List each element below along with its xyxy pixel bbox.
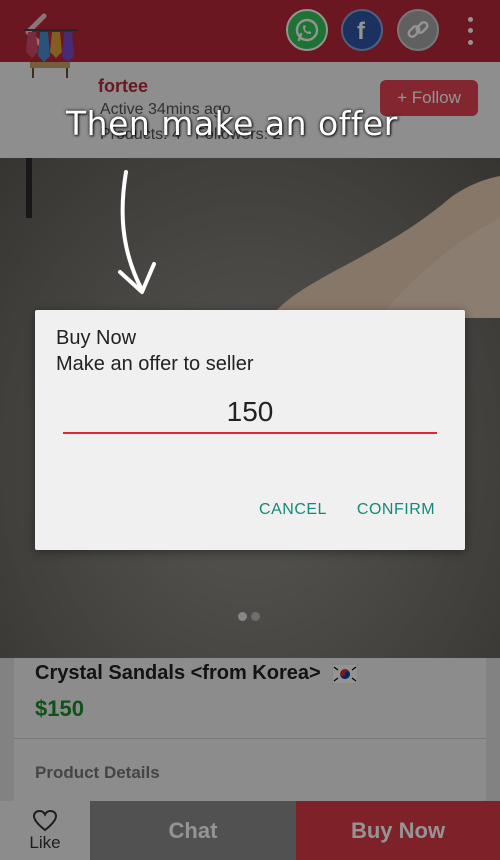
dialog-message: Make an offer to seller	[56, 353, 254, 375]
cancel-button[interactable]: CANCEL	[251, 496, 335, 524]
tutorial-annotation: Then make an offer	[66, 104, 398, 143]
dialog-title: Buy Now	[56, 327, 137, 349]
arrow-down-icon	[118, 170, 156, 294]
confirm-button[interactable]: CONFIRM	[351, 496, 441, 524]
offer-amount-input[interactable]	[63, 392, 437, 434]
offer-dialog: Buy Now Make an offer to seller CANCEL C…	[35, 310, 465, 550]
